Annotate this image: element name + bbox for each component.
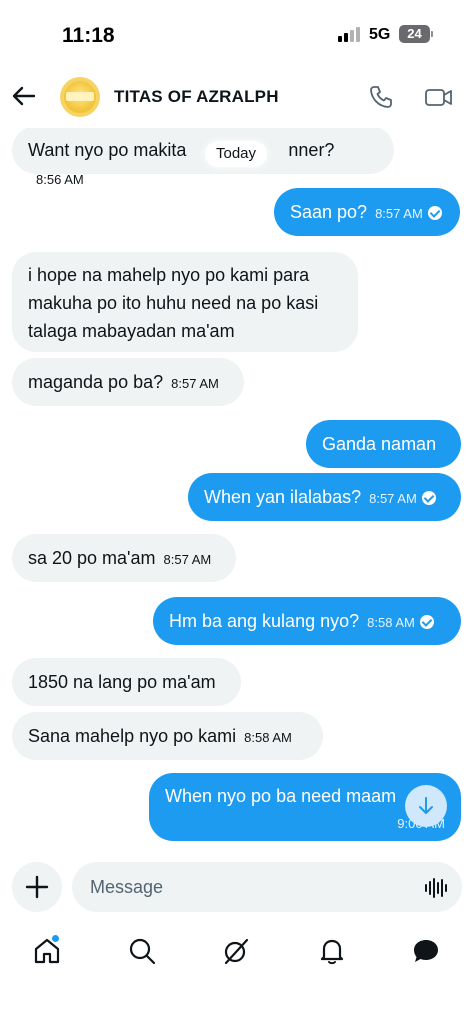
message-text: Ganda naman <box>322 434 437 454</box>
message-line: i hope na mahelp nyo po kami para <box>28 265 310 285</box>
nav-notifications[interactable] <box>317 936 347 966</box>
message-time: 8:58 AM <box>367 615 415 630</box>
scroll-to-bottom-button[interactable] <box>405 785 447 827</box>
message-incoming[interactable]: maganda po ba? 8:57 AM <box>12 358 244 406</box>
search-icon <box>129 938 156 965</box>
group-avatar[interactable] <box>60 77 100 117</box>
message-incoming[interactable]: 1850 na lang po ma'am <box>12 658 241 706</box>
video-call-button[interactable] <box>424 83 454 111</box>
battery-tip <box>431 31 433 37</box>
message-text: When nyo po ba need maam <box>165 786 397 806</box>
battery-icon: 24 <box>399 25 430 43</box>
network-type: 5G <box>369 26 391 43</box>
message-incoming[interactable]: Sana mahelp nyo po kami 8:58 AM <box>12 712 323 760</box>
nav-messages[interactable] <box>411 936 441 966</box>
message-outgoing[interactable]: When yan ilalabas? 8:57 AM <box>188 473 461 521</box>
back-button[interactable] <box>10 82 38 110</box>
message-incoming[interactable]: Want nyo po makita nner? 8:56 AM <box>12 128 394 187</box>
date-divider: Today <box>205 141 268 167</box>
arrow-down-icon <box>419 797 433 814</box>
battery-level: 24 <box>407 26 422 41</box>
message-text: Sana mahelp nyo po kami <box>28 726 237 746</box>
arrow-left-icon <box>12 86 36 106</box>
notification-dot <box>52 935 59 942</box>
message-time: 8:56 AM <box>36 172 84 187</box>
chat-title[interactable]: TITAS OF AZRALPH <box>114 87 279 107</box>
message-text-end: nner? <box>288 140 335 160</box>
waveform-icon <box>425 878 447 898</box>
message-outgoing[interactable]: Saan po? 8:57 AM <box>274 188 460 236</box>
status-time: 11:18 <box>62 24 115 47</box>
voice-call-button[interactable] <box>367 83 395 111</box>
message-text: Want nyo po makita <box>28 140 187 160</box>
message-text: When yan ilalabas? <box>204 487 362 507</box>
nav-search[interactable] <box>127 936 157 966</box>
cellular-signal-icon <box>338 26 362 42</box>
message-incoming[interactable]: i hope na mahelp nyo po kami para makuha… <box>12 252 358 352</box>
message-field[interactable] <box>72 862 462 912</box>
message-text: maganda po ba? <box>28 372 164 392</box>
message-time: 8:57 AM <box>369 491 417 506</box>
message-time: 8:57 AM <box>163 552 212 567</box>
composer <box>0 858 472 920</box>
chat-header: TITAS OF AZRALPH <box>0 66 472 128</box>
plus-icon <box>25 875 49 899</box>
voice-message-button[interactable] <box>424 877 448 899</box>
video-camera-icon <box>425 89 452 106</box>
status-bar: 11:18 5G 24 <box>0 0 472 62</box>
message-text: Hm ba ang kulang nyo? <box>169 611 360 631</box>
message-text: 1850 na lang po ma'am <box>28 672 216 692</box>
message-input[interactable] <box>90 862 410 912</box>
grok-icon <box>224 938 249 965</box>
read-receipt-icon <box>427 206 442 220</box>
message-outgoing[interactable]: Ganda naman <box>306 420 461 468</box>
message-time: 8:58 AM <box>244 730 292 745</box>
message-time: 8:57 AM <box>171 376 219 391</box>
message-text: Saan po? <box>290 202 368 222</box>
bell-icon <box>320 939 344 965</box>
message-outgoing[interactable]: Hm ba ang kulang nyo? 8:58 AM <box>153 597 461 645</box>
message-line: makuha po ito huhu need na po kasi <box>28 293 319 313</box>
read-receipt-icon <box>421 491 436 505</box>
message-bubble-icon <box>414 940 438 962</box>
read-receipt-icon <box>419 615 434 629</box>
message-incoming[interactable]: sa 20 po ma'am 8:57 AM <box>12 534 236 582</box>
message-line: talaga mabayadan ma'am <box>28 321 235 341</box>
message-text: sa 20 po ma'am <box>28 548 156 568</box>
add-media-button[interactable] <box>12 862 62 912</box>
nav-grok[interactable] <box>221 936 251 966</box>
message-time: 8:57 AM <box>375 206 423 221</box>
message-list[interactable]: Want nyo po makita nner? 8:56 AM Today Saa… <box>0 128 472 854</box>
phone-icon <box>370 86 392 108</box>
bottom-nav <box>0 926 472 986</box>
